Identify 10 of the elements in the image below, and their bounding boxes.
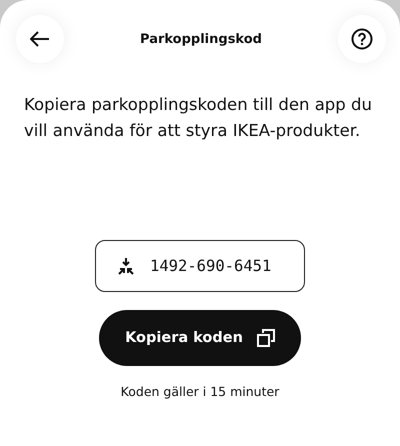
back-button[interactable] (16, 15, 64, 63)
pairing-icon (116, 257, 136, 275)
copy-code-button[interactable]: Kopiera koden (99, 310, 301, 366)
copy-icon (256, 329, 275, 347)
pairing-code: 1492-690-6451 (150, 257, 272, 275)
instruction-text: Kopiera parkopplingskoden till den app du vill använda för att styra IKEA-produkter. (24, 94, 373, 142)
help-icon (350, 28, 373, 50)
page-title: Parkopplingskod (140, 32, 262, 46)
back-arrow-icon (30, 31, 50, 47)
validity-text: Koden gäller i 15 minuter (120, 384, 280, 399)
